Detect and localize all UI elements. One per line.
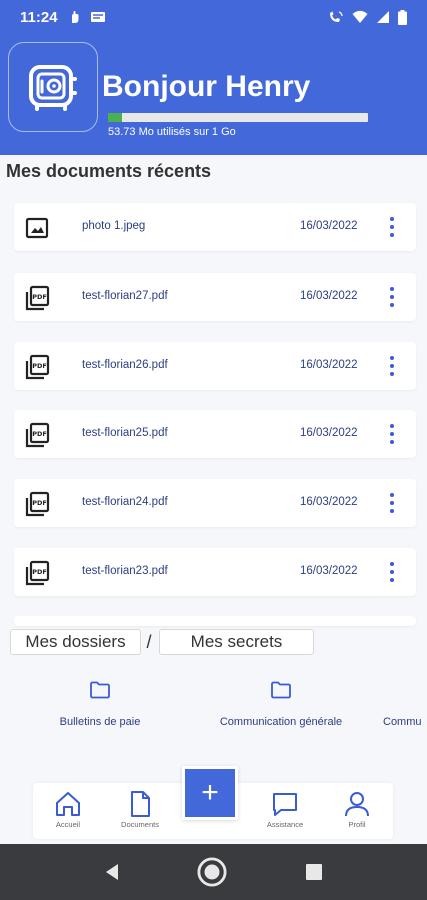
status-right-icons: [328, 9, 407, 25]
svg-text:PDF: PDF: [32, 430, 47, 438]
pdf-icon: PDF: [25, 491, 50, 517]
more-options-icon[interactable]: [384, 560, 400, 584]
home-circle-icon: [197, 857, 227, 887]
pdf-icon: PDF: [25, 354, 50, 380]
nav-profil[interactable]: Profil: [327, 789, 387, 829]
status-bar: 11:24: [0, 0, 427, 34]
greeting-title: Bonjour Henry: [102, 70, 311, 103]
recent-documents-title: Mes documents récents: [6, 161, 212, 181]
document-name: test-florian26.pdf: [82, 359, 168, 371]
pdf-icon: PDF: [25, 560, 50, 586]
pdf-icon: PDF: [25, 422, 50, 448]
nav-assistance[interactable]: Assistance: [255, 789, 315, 829]
wifi-calling-icon: [330, 11, 343, 22]
document-name: test-florian24.pdf: [82, 496, 168, 508]
folder-icon: [271, 681, 291, 699]
document-date: 16/03/2022: [300, 290, 358, 302]
hand-gesture-icon: [71, 11, 79, 23]
document-date: 16/03/2022: [300, 220, 358, 232]
document-date: 16/03/2022: [300, 427, 358, 439]
home-icon: [56, 792, 80, 816]
folder-bulletins-de-paie[interactable]: Bulletins de paie: [50, 672, 150, 728]
folder-communication-partial[interactable]: Commu: [383, 672, 427, 728]
recents-button[interactable]: [299, 857, 329, 887]
folder-icon: [90, 681, 110, 699]
document-name: photo 1.jpeg: [82, 220, 146, 232]
back-button[interactable]: [97, 857, 127, 887]
nav-label: Profil: [348, 820, 366, 829]
nav-accueil[interactable]: Accueil: [38, 789, 98, 829]
list-item[interactable]: PDF test-florian24.pdf 16/03/2022: [14, 479, 416, 527]
more-options-icon[interactable]: [384, 422, 400, 446]
pdf-icon: PDF: [25, 285, 50, 311]
tab-mes-secrets[interactable]: Mes secrets: [159, 629, 314, 655]
app-header: Bonjour Henry 53.73 Mo utilisés sur 1 Go: [0, 34, 427, 155]
battery-icon: [398, 9, 407, 25]
storage-progress-fill: [108, 113, 122, 122]
tab-separator: /: [146, 631, 152, 652]
document-icon: [131, 791, 150, 817]
back-icon: [106, 864, 118, 880]
list-item-partial[interactable]: [14, 616, 416, 626]
list-item[interactable]: PDF test-florian27.pdf 16/03/2022: [14, 273, 416, 321]
folder-label: Commu: [383, 716, 422, 728]
folder-communication-generale[interactable]: Communication générale: [208, 672, 354, 728]
folder-tabs: Mes dossiers / Mes secrets: [10, 629, 314, 655]
chat-icon: [273, 793, 297, 816]
svg-text:PDF: PDF: [32, 362, 47, 370]
storage-usage-text: 53.73 Mo utilisés sur 1 Go: [108, 126, 236, 138]
svg-text:PDF: PDF: [32, 293, 47, 301]
list-item[interactable]: PDF test-florian25.pdf 16/03/2022: [14, 410, 416, 458]
svg-text:PDF: PDF: [32, 568, 47, 576]
document-date: 16/03/2022: [300, 359, 358, 371]
nav-label: Assistance: [266, 820, 304, 829]
more-options-icon[interactable]: [384, 491, 400, 515]
home-button[interactable]: [197, 857, 227, 887]
storage-progress-bar: [108, 113, 368, 122]
list-item[interactable]: photo 1.jpeg 16/03/2022: [14, 203, 416, 251]
system-navigation-bar: [0, 844, 427, 900]
status-time: 11:24: [20, 8, 58, 26]
list-item[interactable]: PDF test-florian26.pdf 16/03/2022: [14, 342, 416, 390]
message-icon: [90, 12, 105, 22]
status-left-icons: [68, 10, 106, 24]
recents-square-icon: [306, 864, 322, 880]
user-icon: [345, 792, 369, 817]
image-icon: [25, 217, 49, 239]
signal-icon: [377, 11, 389, 23]
nav-documents[interactable]: Documents: [110, 789, 170, 829]
more-options-icon[interactable]: [384, 285, 400, 309]
svg-text:PDF: PDF: [32, 499, 47, 507]
nav-label: Accueil: [55, 820, 81, 829]
document-name: test-florian23.pdf: [82, 565, 168, 577]
wifi-icon: [352, 10, 368, 23]
add-document-button[interactable]: +: [182, 766, 238, 820]
folder-label: Communication générale: [219, 716, 343, 728]
document-name: test-florian27.pdf: [82, 290, 168, 302]
more-options-icon[interactable]: [384, 354, 400, 378]
safe-logo-icon: [29, 65, 77, 111]
folder-label: Bulletins de paie: [59, 716, 141, 728]
app-logo: [8, 42, 98, 132]
tab-mes-dossiers[interactable]: Mes dossiers: [10, 629, 141, 655]
nav-label: Documents: [121, 820, 159, 829]
document-name: test-florian25.pdf: [82, 427, 168, 439]
document-date: 16/03/2022: [300, 496, 358, 508]
document-date: 16/03/2022: [300, 565, 358, 577]
more-options-icon[interactable]: [384, 215, 400, 239]
list-item[interactable]: PDF test-florian23.pdf 16/03/2022: [14, 548, 416, 596]
folders-row: Bulletins de paie Communication générale…: [0, 672, 427, 752]
